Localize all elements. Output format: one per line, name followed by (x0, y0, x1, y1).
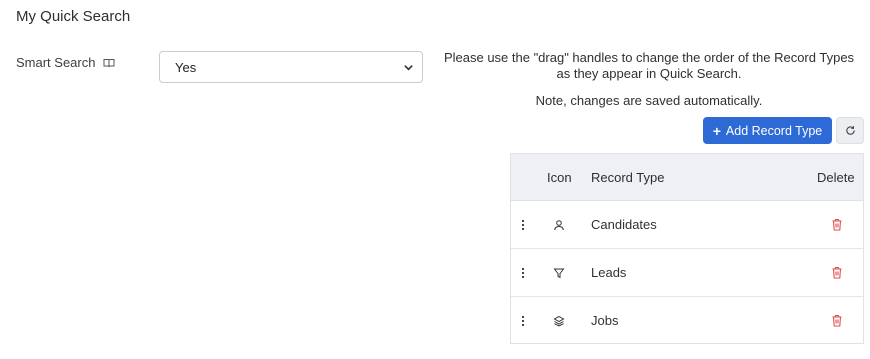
quick-search-page: My Quick Search Smart Search Yes Please … (0, 0, 870, 359)
chevron-down-icon (404, 64, 413, 71)
table-row: Leads (511, 249, 863, 297)
refresh-icon (845, 126, 855, 135)
record-type-label: Jobs (591, 313, 619, 328)
smart-search-label: Smart Search (16, 55, 115, 70)
trash-icon[interactable] (831, 314, 843, 327)
add-record-type-label: Add Record Type (725, 123, 823, 138)
user-icon (554, 220, 564, 231)
drag-handle-icon[interactable] (520, 219, 526, 231)
drag-instructions: Please use the "drag" handles to change … (443, 50, 855, 81)
record-type-label: Leads (591, 265, 627, 280)
smart-search-select[interactable]: Yes (159, 51, 423, 83)
plus-icon: + (712, 122, 721, 139)
page-title: My Quick Search (16, 8, 131, 25)
autosave-note: Note, changes are saved automatically. (535, 93, 763, 108)
drag-handle-icon[interactable] (520, 315, 526, 327)
record-type-label: Candidates (591, 217, 657, 232)
book-icon[interactable] (103, 57, 115, 69)
smart-search-label-text: Smart Search (16, 55, 96, 70)
add-record-type-button[interactable]: + Add Record Type (703, 117, 832, 144)
table-row: Jobs (511, 297, 863, 344)
header-record-type: Record Type (591, 170, 665, 185)
record-types-table: Icon Record Type Delete Candidates Leads… (510, 153, 864, 344)
trash-icon[interactable] (831, 266, 843, 279)
layers-icon (553, 315, 565, 327)
funnel-icon (553, 268, 565, 279)
refresh-button[interactable] (836, 117, 864, 144)
smart-search-select-value: Yes (175, 59, 197, 75)
header-delete: Delete (817, 170, 855, 185)
table-header: Icon Record Type Delete (511, 154, 863, 201)
header-icon: Icon (547, 170, 572, 185)
trash-icon[interactable] (831, 218, 843, 231)
drag-handle-icon[interactable] (520, 267, 526, 279)
table-row: Candidates (511, 201, 863, 249)
